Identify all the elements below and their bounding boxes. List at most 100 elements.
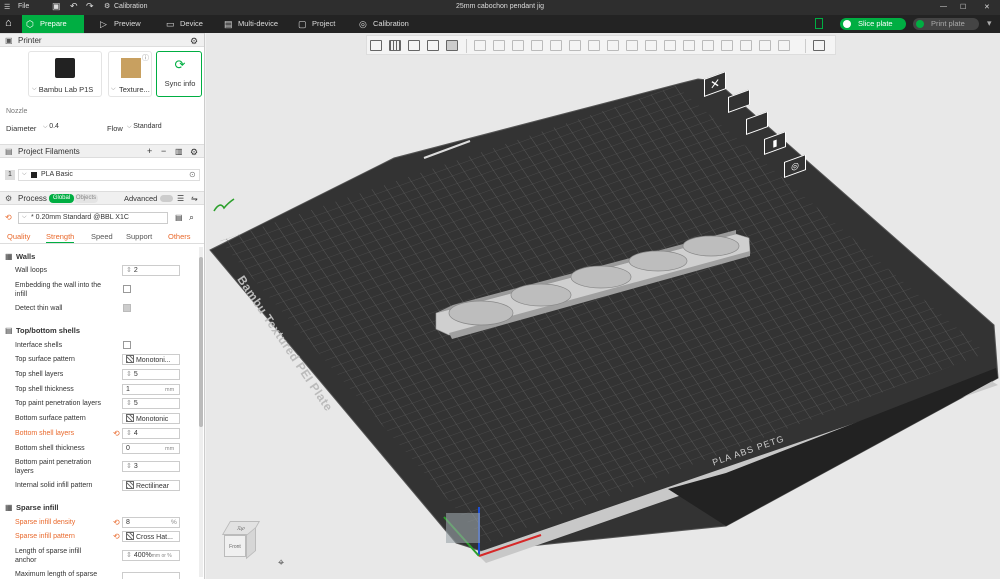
- filament-select[interactable]: ⌵ PLA Basic ⊙: [18, 169, 200, 181]
- view-cube[interactable]: Top Front: [220, 521, 261, 565]
- nozzle-label: Nozzle: [6, 108, 28, 115]
- bottom-thickness-input[interactable]: 0 mm: [122, 443, 180, 454]
- stepper-icon[interactable]: ⇕: [126, 400, 134, 407]
- tab-strength[interactable]: Strength: [46, 232, 75, 243]
- scrollbar-track[interactable]: [199, 247, 203, 577]
- sparse-pattern-value: Cross Hat...: [135, 534, 173, 541]
- 3d-viewport[interactable]: Bambu Textured PEI Plate PLA ABS PETG ✕ …: [206, 33, 1000, 579]
- shells-icon: ▤: [5, 326, 13, 335]
- stepper-icon[interactable]: ⇕: [126, 371, 134, 378]
- printer-section-title: Printer: [18, 36, 42, 45]
- filament-settings-icon[interactable]: ⚙: [190, 146, 198, 158]
- tab-quality[interactable]: Quality: [7, 232, 30, 241]
- multi-device-icon: ▤: [224, 19, 233, 29]
- flow-select[interactable]: ⌵ Standard: [124, 122, 196, 133]
- pattern-icon: [126, 355, 134, 363]
- compare-icon[interactable]: ⇋: [191, 193, 198, 205]
- process-icon: ⚙: [5, 194, 13, 203]
- topbottom-header: Top/bottom shells: [16, 326, 81, 335]
- top-pattern-select[interactable]: Monotoni...: [122, 354, 180, 365]
- pattern-icon: [126, 532, 134, 540]
- slice-plate-button[interactable]: Slice plate: [840, 18, 906, 30]
- sparse-pattern-select[interactable]: Cross Hat...: [122, 531, 180, 542]
- top-thickness-input[interactable]: 1 mm: [122, 384, 180, 395]
- bottom-paint-label-2: layers: [15, 468, 34, 475]
- plate-card[interactable]: ⓘ Texture... ⌵: [108, 51, 152, 97]
- interface-shells-checkbox[interactable]: [123, 341, 131, 349]
- sparse-anchor-input[interactable]: ⇕ 400%mm or %: [122, 550, 180, 561]
- printer-card[interactable]: Bambu Lab P1S ⌵: [28, 51, 102, 97]
- diameter-select[interactable]: ⌵ 0.4: [40, 122, 102, 133]
- view-cube-front[interactable]: Front: [224, 535, 246, 557]
- embed-wall-label-2: infill: [15, 291, 28, 298]
- tab-speed[interactable]: Speed: [91, 232, 113, 241]
- close-icon[interactable]: ✕: [984, 3, 990, 11]
- top-paint-input[interactable]: ⇕ 5: [122, 398, 180, 409]
- tab-others[interactable]: Others: [168, 232, 191, 241]
- add-filament-icon[interactable]: +: [147, 145, 152, 157]
- bottom-layers-input[interactable]: ⇕ 4: [122, 428, 180, 439]
- list-icon[interactable]: ☰: [177, 193, 184, 205]
- stepper-icon[interactable]: ⇕: [126, 430, 134, 437]
- tab-label: Preview: [114, 19, 141, 28]
- info-icon[interactable]: ⓘ: [142, 53, 149, 63]
- top-layers-input[interactable]: ⇕ 5: [122, 369, 180, 380]
- reset-icon[interactable]: ⟲: [113, 532, 120, 541]
- print-plate-button[interactable]: Print plate: [913, 18, 979, 30]
- cup-4: [628, 250, 688, 272]
- tab-prepare[interactable]: ⬡ Prepare: [22, 15, 84, 33]
- wall-loops-input[interactable]: ⇕ 2: [122, 265, 180, 276]
- pattern-icon: [126, 481, 134, 489]
- reset-icon[interactable]: ⟲: [113, 429, 120, 438]
- scrollbar-thumb[interactable]: [199, 257, 203, 427]
- embed-wall-checkbox[interactable]: [123, 285, 131, 293]
- detect-thin-wall-checkbox[interactable]: [123, 304, 131, 312]
- layout-icon[interactable]: [815, 18, 823, 29]
- reset-icon[interactable]: ⟲: [113, 518, 120, 527]
- sidebar: ▣ Printer ⚙ Bambu Lab P1S ⌵ ⓘ Texture...…: [0, 33, 205, 579]
- minimize-icon[interactable]: —: [940, 3, 947, 10]
- build-plate-scene[interactable]: [206, 33, 1000, 579]
- print-dropdown-icon[interactable]: ▾: [987, 18, 992, 29]
- objects-toggle[interactable]: Objects: [74, 194, 98, 203]
- sparse-density-input[interactable]: 8%: [122, 517, 180, 528]
- tab-label: Device: [180, 19, 203, 28]
- maximize-icon[interactable]: ☐: [960, 3, 966, 11]
- sparse-anchor-label-2: anchor: [15, 557, 37, 564]
- pen-icon: [213, 198, 235, 212]
- save-preset-icon[interactable]: ▤: [175, 213, 183, 222]
- slice-plate-label: Slice plate: [858, 19, 893, 28]
- filament-icon: ▤: [5, 147, 13, 156]
- tab-support[interactable]: Support: [126, 232, 152, 241]
- tab-label: Calibration: [373, 19, 409, 28]
- filament-edit-icon[interactable]: ⊙: [189, 170, 196, 179]
- top-paint-value: 5: [133, 400, 138, 407]
- zoom-fit-icon[interactable]: ⌖: [278, 557, 284, 570]
- bottom-pattern-select[interactable]: Monotonic: [122, 413, 180, 424]
- advanced-switch[interactable]: [160, 195, 173, 202]
- sync-info-button[interactable]: ⟳ Sync info: [156, 51, 202, 97]
- project-icon: ▢: [298, 19, 307, 29]
- tab-preview[interactable]: ▷ Preview: [96, 15, 141, 33]
- stepper-icon[interactable]: ⇕: [126, 267, 134, 274]
- stepper-icon[interactable]: ⇕: [126, 552, 134, 559]
- reset-icon[interactable]: ⟲: [5, 213, 12, 222]
- bottom-paint-input[interactable]: ⇕ 3: [122, 461, 180, 472]
- printer-section-header: ▣ Printer ⚙: [0, 33, 204, 47]
- tab-calibration[interactable]: ◎ Calibration: [355, 15, 409, 33]
- home-icon[interactable]: ⌂: [5, 17, 12, 29]
- remove-filament-icon[interactable]: −: [161, 145, 166, 157]
- printer-settings-icon[interactable]: ⚙: [190, 35, 198, 47]
- cup-5: [682, 235, 740, 257]
- max-sparse-input[interactable]: [122, 572, 180, 579]
- tab-multi-device[interactable]: ▤ Multi-device: [220, 15, 278, 33]
- internal-pattern-select[interactable]: Rectilinear: [122, 480, 180, 491]
- global-toggle[interactable]: Global: [49, 194, 74, 203]
- process-preset-select[interactable]: ⌵ * 0.20mm Standard @BBL X1C: [18, 212, 168, 224]
- tab-project[interactable]: ▢ Project: [294, 15, 335, 33]
- filament-edit-icon[interactable]: ▥: [175, 146, 183, 158]
- chevron-down-icon: ⌵: [22, 171, 27, 177]
- tab-device[interactable]: ▭ Device: [162, 15, 203, 33]
- stepper-icon[interactable]: ⇕: [126, 463, 134, 470]
- search-icon[interactable]: ⌕: [189, 212, 194, 223]
